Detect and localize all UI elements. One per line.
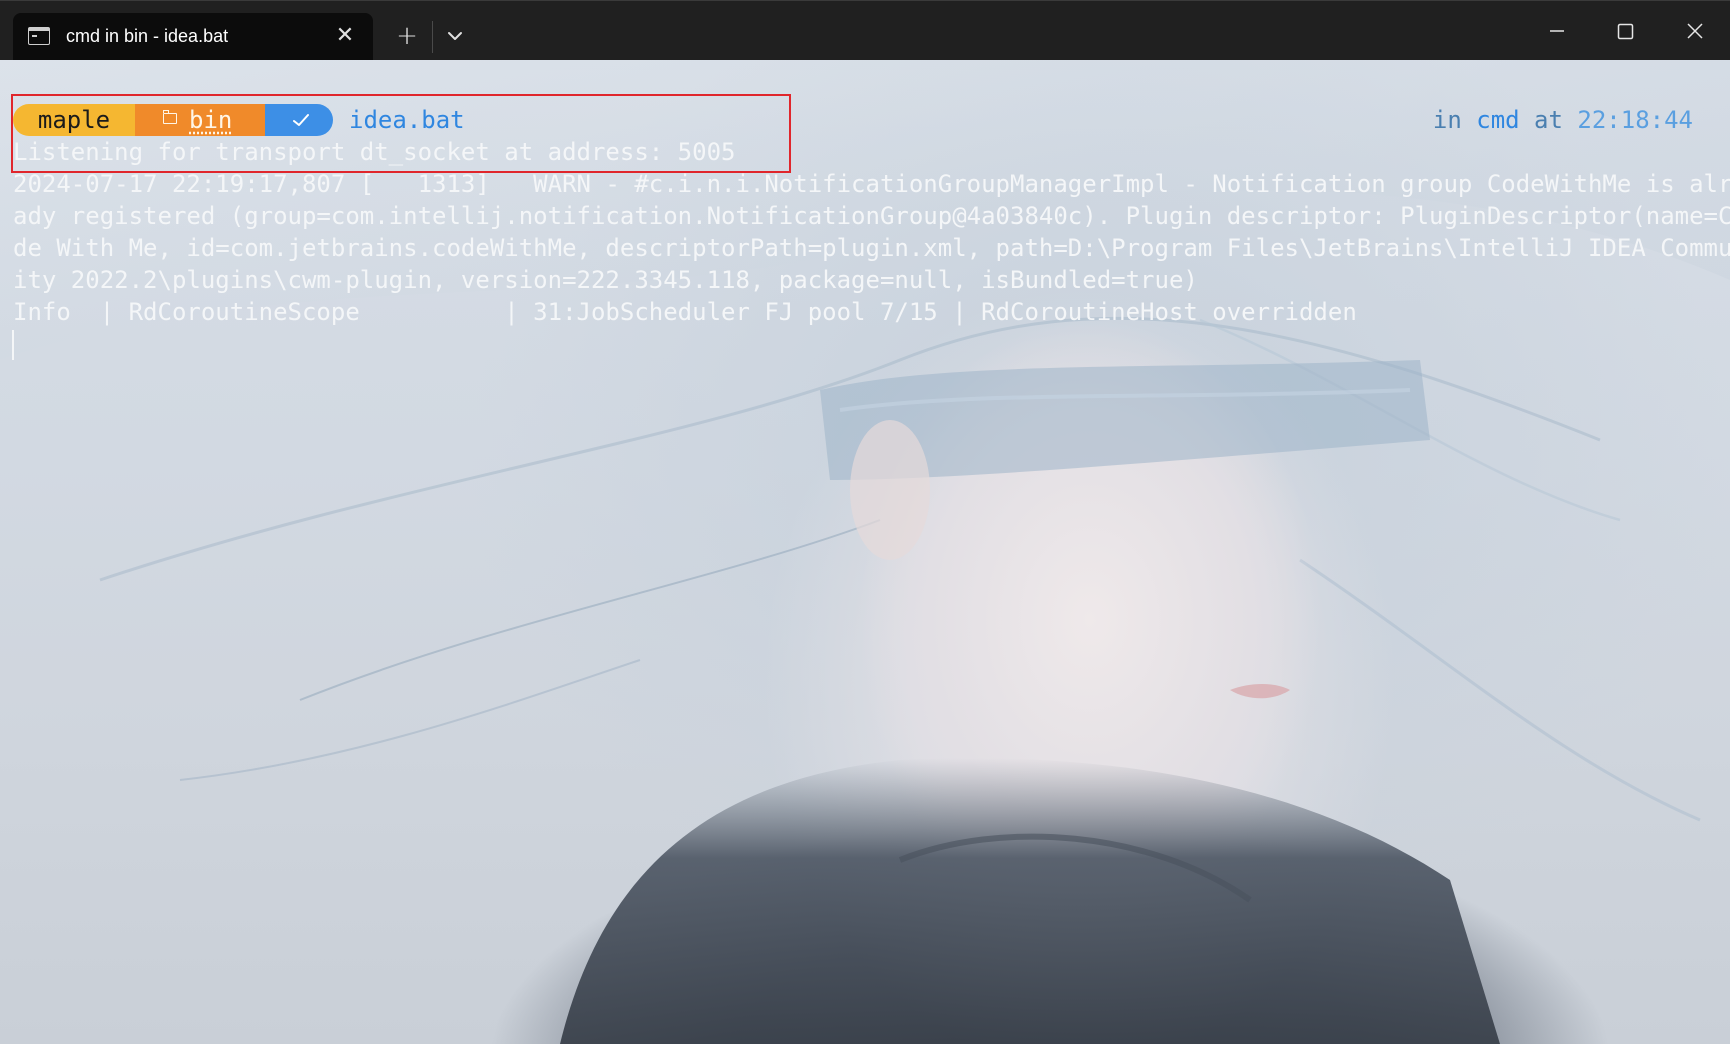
terminal-body[interactable]: maple bin idea.bat in cmd at 22:18:44 Li… (0, 60, 1730, 1044)
close-window-button[interactable] (1673, 13, 1717, 49)
terminal-icon (28, 27, 50, 45)
prompt-at-label: at (1519, 106, 1578, 134)
prompt-right-info: in cmd at 22:18:44 (1433, 104, 1693, 136)
terminal-window: cmd in bin - idea.bat ✕ + maple bin idea… (0, 0, 1730, 1044)
output-line: Info | RdCoroutineScope | 31:JobSchedule… (13, 298, 1357, 326)
chevron-down-icon[interactable] (440, 21, 470, 51)
prompt-shell-name: cmd (1476, 106, 1520, 134)
close-tab-icon[interactable]: ✕ (332, 23, 358, 49)
new-tab-button[interactable]: + (392, 21, 422, 51)
prompt-in-label: in (1432, 106, 1477, 134)
minimize-button[interactable] (1535, 13, 1579, 49)
prompt-time: 22:18:44 (1577, 106, 1693, 134)
output-line: de With Me, id=com.jetbrains.codeWithMe,… (13, 234, 1730, 262)
output-line: ity 2022.2\plugins\cwm-plugin, version=2… (13, 266, 1198, 294)
output-line: ady registered (group=com.intellij.notif… (13, 202, 1730, 230)
text-cursor (12, 330, 14, 360)
maximize-button[interactable] (1603, 13, 1647, 49)
title-bar: cmd in bin - idea.bat ✕ + (0, 0, 1730, 61)
tab-title: cmd in bin - idea.bat (66, 26, 229, 46)
tab-cmd[interactable]: cmd in bin - idea.bat ✕ (13, 13, 373, 61)
tab-separator (432, 21, 433, 53)
highlight-box (11, 94, 791, 173)
